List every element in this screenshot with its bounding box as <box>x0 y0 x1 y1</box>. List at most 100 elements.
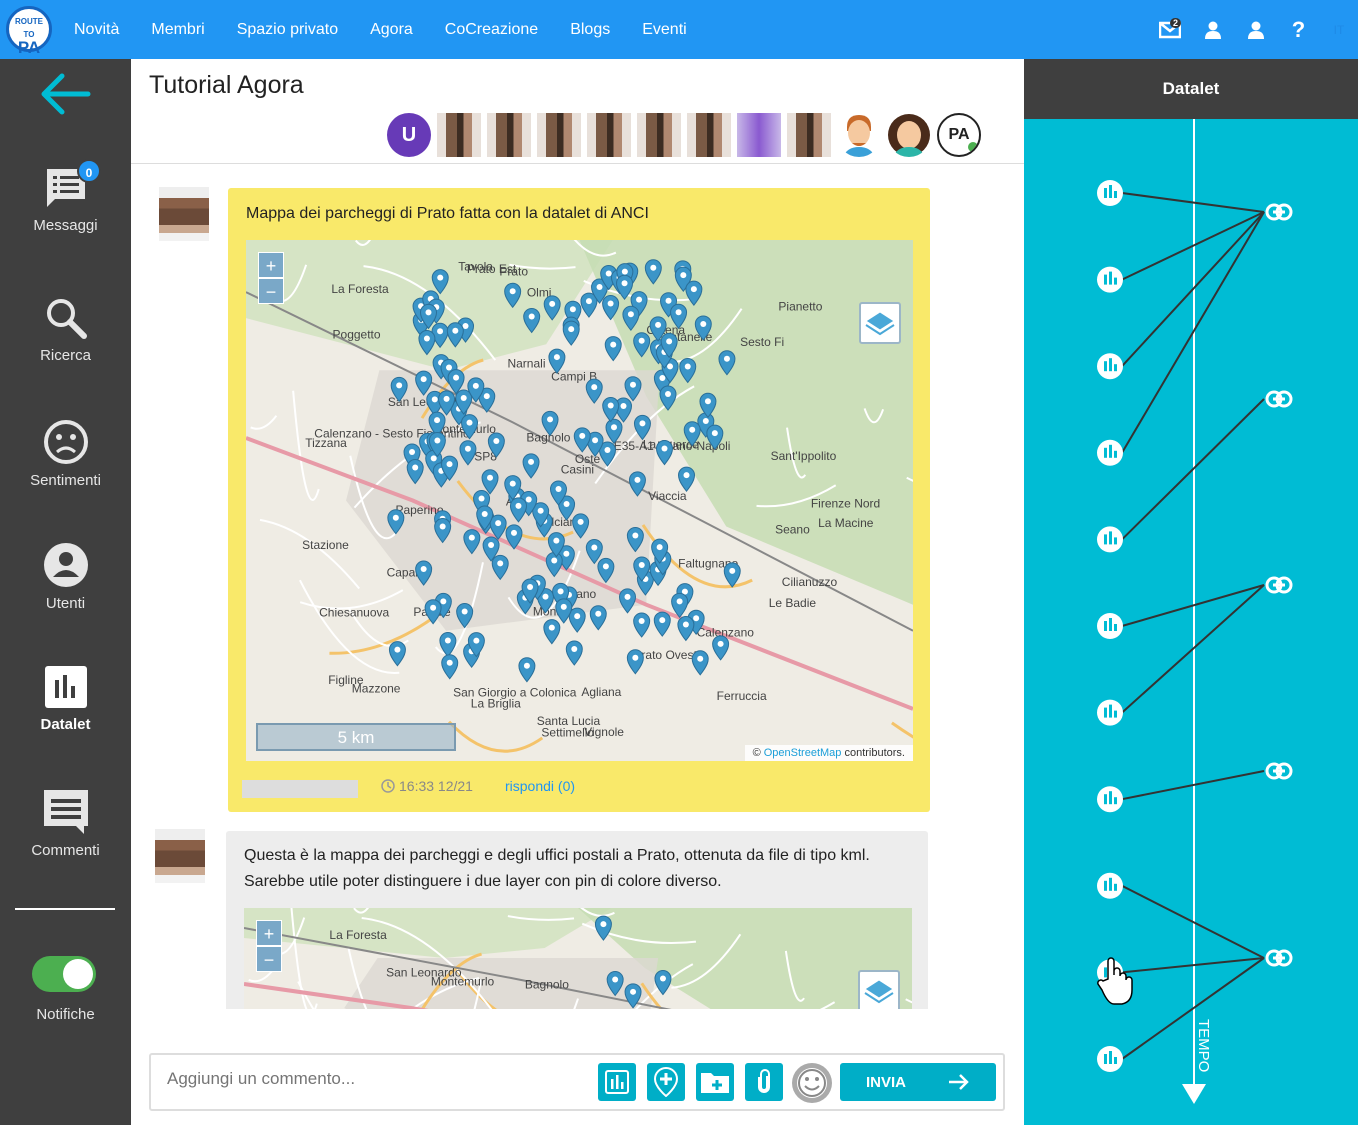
map-pin-dot <box>621 268 628 275</box>
help-icon: ? <box>1291 16 1306 42</box>
zoom-in-button[interactable]: + <box>258 252 284 278</box>
sidebar-item-ricerca[interactable]: Ricerca <box>0 295 131 364</box>
zoom-out-button[interactable]: − <box>256 946 282 972</box>
search-icon <box>46 299 87 339</box>
datalet-node[interactable] <box>1097 439 1123 466</box>
sidebar-item-commenti[interactable]: Commenti <box>0 788 131 859</box>
avatar[interactable] <box>437 113 481 157</box>
map-pin-dot <box>440 598 447 605</box>
comment-input[interactable] <box>167 1069 547 1089</box>
map-canvas[interactable]: MontaleLa BrigliaFaltugnanoMontemurloFig… <box>246 240 913 761</box>
author-name[interactable] <box>242 780 358 798</box>
map-pin-dot <box>656 544 663 551</box>
map-canvas[interactable]: MontaleLa BrigliaFaltugnanoMontemurloFig… <box>244 908 912 1009</box>
nav-item-cocreazione[interactable]: CoCreazione <box>445 21 538 39</box>
reply-link[interactable]: rispondi (0) <box>505 778 575 794</box>
map-place-label: Sant'Ippolito <box>771 449 837 463</box>
avatar[interactable] <box>487 113 531 157</box>
map-pin-dot <box>460 395 467 402</box>
messages-feed[interactable]: Mappa dei parcheggi di Prato fatta con l… <box>131 169 1024 1009</box>
avatar[interactable] <box>687 113 731 157</box>
nav-item-agora[interactable]: Agora <box>370 21 413 39</box>
avatar[interactable]: PA <box>937 113 981 157</box>
layers-button[interactable] <box>858 970 900 1009</box>
sidebar-item-datalet[interactable]: Datalet <box>0 664 131 733</box>
sidebar-item-messaggi[interactable]: Messaggi 0 <box>0 159 131 234</box>
mail-button[interactable]: 2 <box>1148 0 1191 59</box>
link-icon[interactable] <box>1265 576 1293 594</box>
link-icon[interactable] <box>1265 762 1293 780</box>
add-folder-button[interactable] <box>696 1063 734 1101</box>
map-pin-dot <box>704 398 711 405</box>
user-icon <box>1247 21 1264 39</box>
datalet-node[interactable] <box>1097 180 1123 206</box>
notifications-toggle[interactable] <box>32 956 96 992</box>
zoom-out-button[interactable]: − <box>258 278 284 304</box>
datalet-map[interactable]: MontaleLa BrigliaFaltugnanoMontemurloFig… <box>244 908 912 1009</box>
link-icon[interactable] <box>1265 390 1293 408</box>
sidebar-item-sentimenti[interactable]: Sentimenti <box>0 418 131 489</box>
datalet-timeline[interactable]: TEMPO <box>1024 119 1358 1125</box>
datalet-node[interactable] <box>1097 353 1123 380</box>
avatar[interactable] <box>587 113 631 157</box>
map-pin-dot <box>431 396 438 403</box>
map-pin-dot <box>689 426 696 433</box>
layers-button[interactable] <box>859 302 901 344</box>
map-pin-dot <box>553 537 560 544</box>
map-pin-dot <box>610 341 617 348</box>
datalet-node[interactable] <box>1097 699 1123 726</box>
map-pin-dot <box>537 507 544 514</box>
map-pin-dot <box>493 438 500 445</box>
map-pin-dot <box>702 418 709 425</box>
avatar[interactable]: U <box>387 113 431 157</box>
datalet-node[interactable] <box>1097 526 1123 553</box>
datalet-node[interactable] <box>1097 872 1123 899</box>
avatar[interactable] <box>637 113 681 157</box>
map-place-label: Mazzone <box>352 681 401 695</box>
sad-face-icon <box>43 420 88 464</box>
datalet-map[interactable]: MontaleLa BrigliaFaltugnanoMontemurloFig… <box>246 240 913 761</box>
help-button[interactable]: ? <box>1277 0 1320 59</box>
nav-item-blogs[interactable]: Blogs <box>570 21 610 39</box>
avatar[interactable] <box>887 113 931 157</box>
author-avatar[interactable] <box>155 829 205 883</box>
language-selector[interactable]: IT <box>1320 23 1358 37</box>
author-avatar[interactable] <box>159 187 209 241</box>
link-icon[interactable] <box>1265 949 1293 967</box>
nav-item-novit-[interactable]: Novità <box>74 21 119 39</box>
nav-item-membri[interactable]: Membri <box>151 21 204 39</box>
map-pin-dot <box>638 561 645 568</box>
attach-file-button[interactable] <box>745 1063 783 1101</box>
add-datalet-button[interactable] <box>598 1063 636 1101</box>
map-pin-dot <box>528 313 535 320</box>
map-attribution: © OpenStreetMap contributors. <box>744 745 913 761</box>
link-icon[interactable] <box>1265 203 1293 221</box>
sidebar-item-utenti[interactable]: Utenti <box>0 541 131 612</box>
nav-item-spazio-privato[interactable]: Spazio privato <box>237 21 338 39</box>
add-location-button[interactable] <box>647 1063 685 1101</box>
map-pin-dot <box>423 335 430 342</box>
header-separator <box>131 163 1024 164</box>
avatar[interactable] <box>537 113 581 157</box>
emoji-button[interactable] <box>792 1063 832 1103</box>
map-pin-dot <box>682 621 689 628</box>
openstreetmap-link[interactable]: OpenStreetMap <box>764 747 842 759</box>
profile-button[interactable] <box>1191 0 1234 59</box>
avatar[interactable] <box>787 113 831 157</box>
datalet-node[interactable] <box>1097 266 1123 293</box>
datalet-node[interactable] <box>1097 786 1123 813</box>
map-pin-dot <box>661 445 668 452</box>
route-to-pa-logo[interactable]: ROUTE TO PA <box>6 6 52 56</box>
zoom-in-button[interactable]: + <box>256 920 282 946</box>
avatar[interactable] <box>837 113 881 157</box>
avatar[interactable] <box>737 113 781 157</box>
map-pin-dot <box>630 988 637 995</box>
nav-item-eventi[interactable]: Eventi <box>642 21 686 39</box>
back-button[interactable] <box>38 71 92 122</box>
datalet-node[interactable] <box>1097 1046 1123 1072</box>
datalet-node[interactable] <box>1097 613 1123 639</box>
account-button[interactable] <box>1234 0 1277 59</box>
map-pin-dot <box>437 328 444 335</box>
main-nav: Novità Membri Spazio privato Agora CoCreazio… <box>58 0 703 59</box>
send-button[interactable]: INVIA <box>840 1063 996 1101</box>
